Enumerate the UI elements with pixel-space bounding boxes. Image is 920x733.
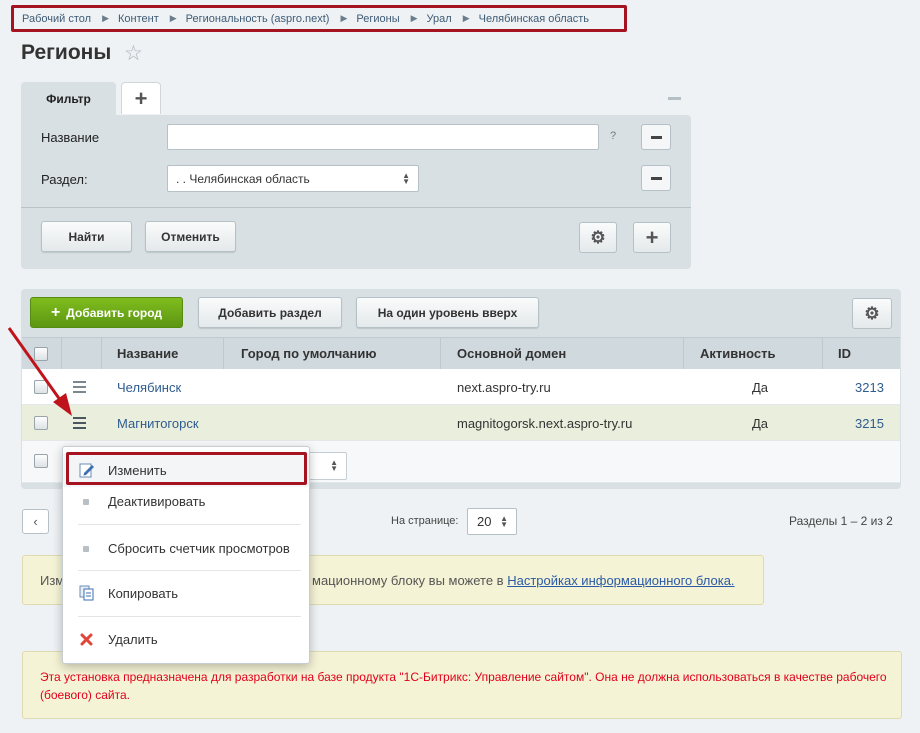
row-checkbox[interactable]: [34, 416, 48, 430]
chevron-right-icon: ▶: [462, 13, 470, 23]
plus-icon: +: [645, 224, 659, 250]
menu-item-label: Деактивировать: [108, 494, 206, 509]
row-checkbox[interactable]: [34, 380, 48, 394]
column-header-active[interactable]: Активность: [700, 346, 775, 361]
region-id[interactable]: 3213: [855, 380, 884, 395]
select-all-checkbox[interactable]: [34, 347, 48, 361]
column-divider: [223, 338, 224, 370]
add-section-button[interactable]: Добавить раздел: [198, 297, 342, 328]
menu-item-delete[interactable]: Удалить: [63, 622, 309, 656]
row-menu-icon[interactable]: [73, 381, 86, 396]
sections-count: Разделы 1 – 2 из 2: [789, 514, 893, 528]
remove-name-filter-button[interactable]: [641, 124, 671, 150]
chevron-left-icon: ‹: [33, 514, 38, 529]
table-header: Название Город по умолчанию Основной дом…: [22, 337, 900, 370]
delete-icon: [80, 633, 93, 646]
filter-settings-button[interactable]: ⚙: [579, 222, 617, 253]
section-label: Раздел:: [41, 172, 88, 187]
bullet-icon: [83, 546, 89, 552]
info-text-mid: мационному блоку вы можете в: [312, 573, 508, 588]
per-page-value: 20: [477, 514, 492, 529]
breadcrumb-item-ural[interactable]: Урал: [427, 13, 452, 25]
row-menu-icon[interactable]: [73, 417, 86, 432]
breadcrumb-item-regions[interactable]: Регионы: [356, 13, 399, 25]
pager-prev-button[interactable]: ‹: [22, 509, 49, 534]
edit-highlight-frame: [66, 452, 307, 485]
menu-item-label: Удалить: [108, 632, 158, 647]
filter-divider: [21, 207, 691, 208]
region-name-link[interactable]: Магнитогорск: [117, 416, 199, 431]
section-select[interactable]: . . Челябинская область ▲ ▼: [167, 165, 419, 192]
column-divider: [440, 338, 441, 370]
add-city-label: Добавить город: [66, 305, 163, 320]
breadcrumb-item-desktop[interactable]: Рабочий стол: [22, 13, 91, 25]
collapse-filter-icon[interactable]: [668, 97, 681, 100]
select-all-bottom-checkbox[interactable]: [34, 454, 48, 468]
find-button[interactable]: Найти: [41, 221, 132, 252]
region-domain: magnitogorsk.next.aspro-try.ru: [457, 416, 633, 431]
column-divider: [101, 338, 102, 370]
info-text-start: Изм: [40, 573, 65, 588]
level-up-button[interactable]: На один уровень вверх: [356, 297, 539, 328]
menu-item-reset-views[interactable]: Сбросить счетчик просмотров: [63, 531, 309, 565]
gear-icon: ⚙: [864, 303, 880, 323]
name-label: Название: [41, 130, 100, 145]
menu-item-deactivate[interactable]: Деактивировать: [63, 484, 309, 518]
minus-icon: [650, 135, 662, 139]
column-divider: [822, 338, 823, 370]
column-header-name[interactable]: Название: [117, 346, 178, 361]
column-header-id[interactable]: ID: [838, 346, 851, 361]
section-select-value: . . Челябинская область: [176, 172, 310, 186]
table-row[interactable]: Магнитогорск magnitogorsk.next.aspro-try…: [22, 405, 900, 441]
info-text: мационному блоку вы можете в Настройках …: [312, 573, 735, 588]
column-divider: [683, 338, 684, 370]
add-city-button[interactable]: + Добавить город: [30, 297, 183, 328]
menu-divider: [78, 616, 301, 617]
bullet-icon: [83, 499, 89, 505]
breadcrumb-item-content[interactable]: Контент: [118, 13, 159, 25]
iblock-settings-link[interactable]: Настройках информационного блока.: [507, 573, 734, 588]
select-arrows-icon: ▲ ▼: [402, 171, 410, 186]
column-header-domain[interactable]: Основной домен: [457, 346, 566, 361]
add-filter-tab-button[interactable]: +: [121, 82, 161, 114]
help-icon[interactable]: ?: [610, 130, 616, 142]
region-active: Да: [752, 416, 769, 431]
page-title: Регионы: [21, 41, 112, 64]
select-arrows-icon: ▲ ▼: [330, 458, 338, 473]
name-input[interactable]: [167, 124, 599, 150]
breadcrumb: Рабочий стол ▶ Контент ▶ Региональность …: [11, 5, 627, 32]
column-divider: [61, 338, 62, 370]
chevron-right-icon: ▶: [410, 13, 418, 23]
region-active: Да: [752, 380, 769, 395]
tab-filter[interactable]: Фильтр: [21, 82, 116, 115]
remove-section-filter-button[interactable]: [641, 165, 671, 191]
star-icon[interactable]: ☆: [124, 43, 143, 64]
region-id[interactable]: 3215: [855, 416, 884, 431]
plus-icon: +: [50, 303, 61, 321]
gear-icon: ⚙: [590, 227, 606, 247]
column-header-default-city[interactable]: Город по умолчанию: [241, 346, 376, 361]
chevron-right-icon: ▶: [340, 13, 348, 23]
minus-icon: [650, 176, 662, 180]
menu-item-label: Сбросить счетчик просмотров: [108, 541, 290, 556]
menu-item-label: Копировать: [108, 586, 178, 601]
region-name-link[interactable]: Челябинск: [117, 380, 181, 395]
menu-divider: [78, 570, 301, 571]
add-filter-field-button[interactable]: +: [633, 222, 671, 253]
breadcrumb-item-regionality[interactable]: Региональность (aspro.next): [186, 13, 330, 25]
select-arrows-icon: ▲ ▼: [500, 514, 508, 529]
chevron-right-icon: ▶: [102, 13, 109, 23]
list-settings-button[interactable]: ⚙: [852, 298, 892, 329]
menu-divider: [78, 524, 301, 525]
menu-item-copy[interactable]: Копировать: [63, 576, 309, 610]
breadcrumb-item-chelyabinsk-region[interactable]: Челябинская область: [479, 13, 589, 25]
per-page-select[interactable]: 20 ▲ ▼: [467, 508, 517, 535]
table-row[interactable]: Челябинск next.aspro-try.ru Да 3213: [22, 369, 900, 405]
chevron-right-icon: ▶: [169, 13, 177, 23]
per-page-label: На странице:: [391, 515, 459, 527]
cancel-button[interactable]: Отменить: [145, 221, 236, 252]
copy-icon: [79, 585, 94, 601]
region-domain: next.aspro-try.ru: [457, 380, 551, 395]
